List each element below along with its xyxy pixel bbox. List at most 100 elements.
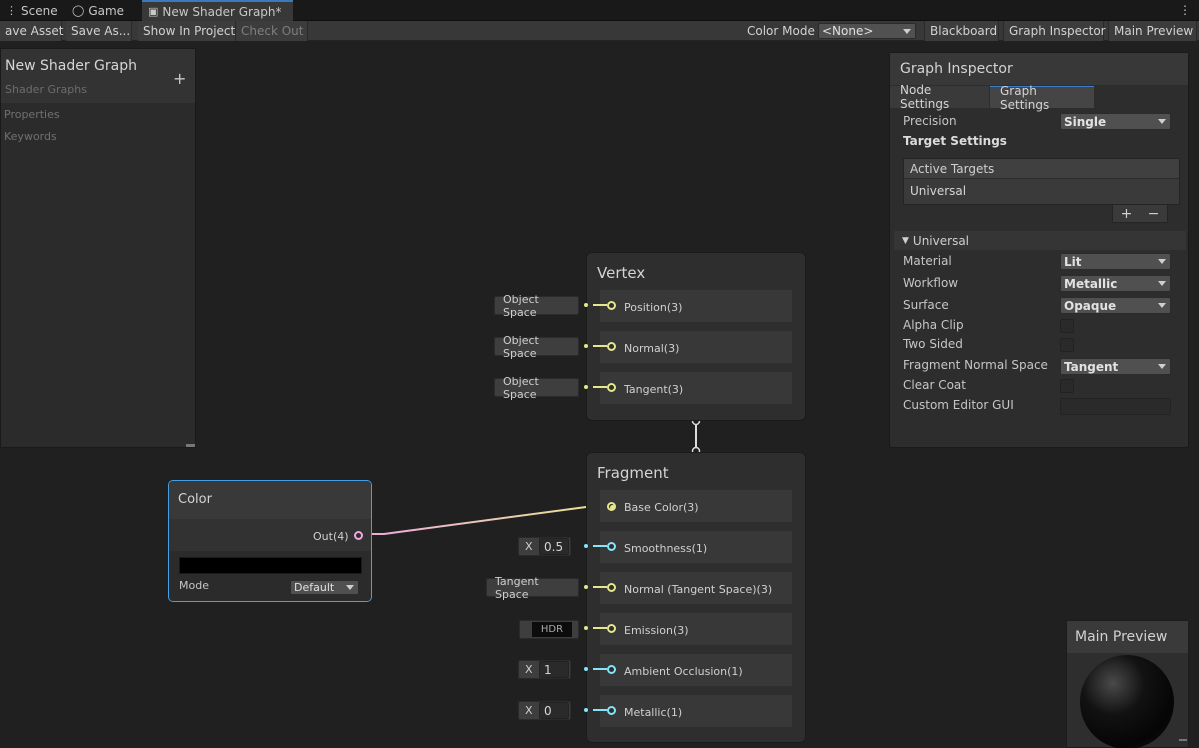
tangent-space-field[interactable]: Object Space	[494, 375, 579, 401]
input-dot	[584, 385, 588, 389]
alpha-clip-label: Alpha Clip	[903, 318, 964, 332]
two-sided-label: Two Sided	[903, 337, 963, 351]
axis-label: X	[525, 663, 533, 676]
blackboard-subtitle[interactable]: Shader Graphs	[5, 83, 87, 96]
slot-extension	[784, 572, 792, 604]
blackboard-header: New Shader Graph Shader Graphs +	[1, 49, 195, 103]
block-normal[interactable]: Normal(3)	[600, 331, 792, 363]
input-dot	[584, 626, 588, 630]
block-normal-tangent-space[interactable]: Normal (Tangent Space)(3)	[600, 572, 784, 604]
position-space-field[interactable]: Object Space	[494, 293, 579, 319]
slot-label: Smoothness(1)	[624, 542, 708, 555]
block-emission[interactable]: Emission(3)	[600, 613, 744, 645]
slot-extension	[744, 613, 792, 645]
position-port[interactable]	[607, 301, 616, 310]
workflow-dropdown[interactable]: Metallic	[1060, 275, 1171, 292]
metallic-value-field[interactable]: 0	[539, 702, 569, 719]
chevron-down-icon	[1158, 119, 1166, 124]
slot-extension	[767, 654, 792, 686]
color-node[interactable]: Color Out(4) Mode Default	[168, 480, 372, 602]
fragment-normal-space-dropdown[interactable]: Tangent	[1060, 358, 1171, 375]
ambient-occlusion-input[interactable]: X 1	[518, 660, 571, 679]
surface-dropdown[interactable]: Opaque	[1060, 297, 1171, 314]
preview-title: Main Preview	[1075, 629, 1168, 645]
custom-editor-gui-field[interactable]	[1060, 398, 1171, 415]
preview-header: Main Preview	[1067, 621, 1188, 653]
block-metallic[interactable]: Metallic(1)	[600, 695, 739, 727]
block-smoothness[interactable]: Smoothness(1)	[600, 531, 752, 563]
normal-tangent-port[interactable]	[607, 583, 616, 592]
precision-dropdown[interactable]: Single	[1060, 113, 1171, 130]
precision-label: Precision	[903, 114, 957, 128]
slot-extension	[739, 695, 792, 727]
tab-graph-settings[interactable]: Graph Settings	[990, 84, 1094, 112]
remove-target-button[interactable]: −	[1148, 206, 1160, 222]
active-target-universal[interactable]: Universal	[910, 184, 966, 198]
mode-label: Mode	[179, 579, 209, 592]
metallic-input[interactable]: X 0	[518, 701, 571, 720]
slot-label: Base Color(3)	[624, 501, 699, 514]
ambient-occlusion-value-field[interactable]: 1	[539, 661, 569, 678]
output-label: Out(4)	[313, 530, 349, 543]
alpha-clip-checkbox[interactable]	[1060, 319, 1074, 333]
custom-editor-gui-label: Custom Editor GUI	[903, 398, 1014, 412]
axis-label: X	[525, 704, 533, 717]
universal-foldout[interactable]: ▼ Universal	[894, 231, 1186, 250]
chevron-down-icon	[1158, 303, 1166, 308]
tangent-port[interactable]	[607, 383, 616, 392]
material-dropdown[interactable]: Lit	[1060, 253, 1171, 270]
block-tangent[interactable]: Tangent(3)	[600, 372, 792, 404]
normal-space-input[interactable]: Tangent Space	[486, 575, 579, 601]
preview-sphere[interactable]	[1080, 655, 1174, 748]
chevron-down-icon	[1158, 259, 1166, 264]
smoothness-port[interactable]	[607, 542, 616, 551]
slot-extension	[752, 531, 792, 563]
surface-value: Opaque	[1064, 298, 1117, 313]
block-position[interactable]: Position(3)	[600, 290, 792, 322]
foldout-arrow-icon: ▼	[902, 235, 909, 246]
input-connector	[593, 304, 607, 306]
color-to-base-color-edge[interactable]	[362, 506, 606, 535]
add-target-button[interactable]: +	[1121, 206, 1133, 222]
emission-color-field[interactable]: HDR	[519, 620, 579, 639]
normal-port[interactable]	[607, 342, 616, 351]
smoothness-value-field[interactable]: 0.5	[539, 538, 569, 555]
slot-label: Ambient Occlusion(1)	[624, 665, 743, 678]
resize-handle[interactable]	[186, 444, 195, 447]
input-connector	[593, 386, 607, 388]
out-port[interactable]	[354, 531, 363, 540]
surface-label: Surface	[903, 298, 949, 312]
input-dot	[584, 585, 588, 589]
two-sided-checkbox[interactable]	[1060, 338, 1074, 352]
target-settings-heading: Target Settings	[903, 134, 1007, 148]
block-base-color[interactable]: Base Color(3)	[600, 490, 792, 522]
input-connector	[593, 545, 607, 547]
tab-node-settings[interactable]: Node Settings	[890, 83, 989, 111]
emission-port[interactable]	[607, 624, 616, 633]
input-dot	[584, 544, 588, 548]
input-dot	[584, 667, 588, 671]
hdr-swatch[interactable]: HDR	[532, 622, 572, 637]
color-swatch[interactable]	[179, 557, 362, 574]
mode-dropdown[interactable]: Default	[290, 580, 359, 595]
mode-value: Default	[294, 581, 335, 594]
blackboard-title[interactable]: New Shader Graph	[5, 58, 137, 74]
block-ambient-occlusion[interactable]: Ambient Occlusion(1)	[600, 654, 767, 686]
smoothness-input[interactable]: X 0.5	[518, 537, 571, 556]
metallic-port[interactable]	[607, 706, 616, 715]
resize-handle[interactable]	[1179, 739, 1187, 741]
active-targets-controls: + −	[1112, 205, 1168, 223]
input-connector	[593, 345, 607, 347]
vertex-title: Vertex	[597, 264, 646, 282]
blackboard-panel: New Shader Graph Shader Graphs + Propert…	[0, 48, 196, 448]
add-property-button[interactable]: +	[173, 69, 186, 88]
category-properties[interactable]: Properties	[4, 108, 60, 121]
clear-coat-checkbox[interactable]	[1060, 379, 1074, 393]
input-dot	[584, 708, 588, 712]
category-keywords[interactable]: Keywords	[4, 130, 57, 143]
inspector-title: Graph Inspector	[900, 61, 1013, 77]
slot-label: Emission(3)	[624, 624, 689, 637]
normal-space-field[interactable]: Object Space	[494, 334, 579, 360]
ambient-occlusion-port[interactable]	[607, 665, 616, 674]
input-connector	[593, 627, 607, 629]
